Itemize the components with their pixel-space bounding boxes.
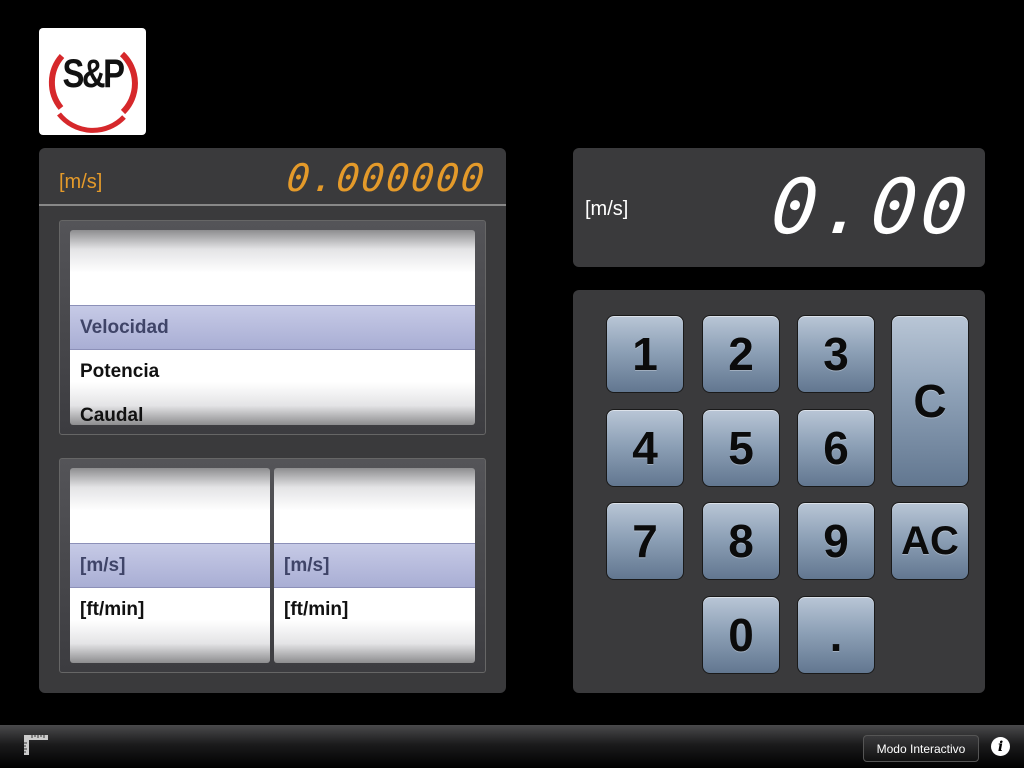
input-display: [m/s] 0.00 bbox=[573, 148, 985, 267]
key-9[interactable]: 9 bbox=[797, 502, 875, 580]
all-clear-button[interactable]: AC bbox=[891, 502, 969, 580]
key-6[interactable]: 6 bbox=[797, 409, 875, 487]
to-unit-wheel[interactable]: [m/s] [ft/min] bbox=[274, 468, 475, 663]
display-value: 0.00 bbox=[767, 162, 976, 251]
interactive-mode-button[interactable]: Modo Interactivo bbox=[863, 735, 979, 762]
display-unit: [m/s] bbox=[585, 198, 629, 220]
converter-panel: [m/s] 0.000000 Velocidad Potencia Caudal… bbox=[39, 148, 506, 693]
info-icon[interactable]: i bbox=[991, 737, 1010, 756]
key-5[interactable]: 5 bbox=[702, 409, 780, 487]
from-unit-option-ms[interactable]: [m/s] bbox=[80, 555, 125, 577]
key-0[interactable]: 0 bbox=[702, 596, 780, 674]
magnitude-picker: Velocidad Potencia Caudal bbox=[59, 220, 486, 435]
key-3[interactable]: 3 bbox=[797, 315, 875, 393]
to-unit-option-ms[interactable]: [m/s] bbox=[284, 555, 329, 577]
unit-picker: [m/s] [ft/min] [m/s] [ft/min] bbox=[59, 458, 486, 673]
result-bar: [m/s] 0.000000 bbox=[39, 148, 506, 206]
key-1[interactable]: 1 bbox=[606, 315, 684, 393]
sp-logo: S&P bbox=[39, 28, 146, 135]
magnitude-wheel[interactable]: Velocidad Potencia Caudal bbox=[70, 230, 475, 425]
ruler-icon[interactable] bbox=[22, 732, 50, 758]
result-unit: [m/s] bbox=[59, 171, 103, 193]
sp-logo-text: S&P bbox=[62, 52, 125, 96]
key-4[interactable]: 4 bbox=[606, 409, 684, 487]
to-unit-option-ftmin[interactable]: [ft/min] bbox=[284, 599, 348, 621]
key-decimal[interactable]: . bbox=[797, 596, 875, 674]
magnitude-option-caudal[interactable]: Caudal bbox=[80, 405, 143, 425]
from-unit-wheel[interactable]: [m/s] [ft/min] bbox=[70, 468, 270, 663]
clear-button[interactable]: C bbox=[891, 315, 969, 487]
key-7[interactable]: 7 bbox=[606, 502, 684, 580]
keypad-panel: 1 2 3 C 4 5 6 7 8 9 AC 0 . bbox=[573, 290, 985, 693]
result-value: 0.000000 bbox=[284, 156, 489, 200]
key-8[interactable]: 8 bbox=[702, 502, 780, 580]
magnitude-option-velocidad[interactable]: Velocidad bbox=[80, 317, 169, 339]
magnitude-option-potencia[interactable]: Potencia bbox=[80, 361, 159, 383]
key-2[interactable]: 2 bbox=[702, 315, 780, 393]
bottom-toolbar: Modo Interactivo i bbox=[0, 725, 1024, 768]
from-unit-option-ftmin[interactable]: [ft/min] bbox=[80, 599, 144, 621]
